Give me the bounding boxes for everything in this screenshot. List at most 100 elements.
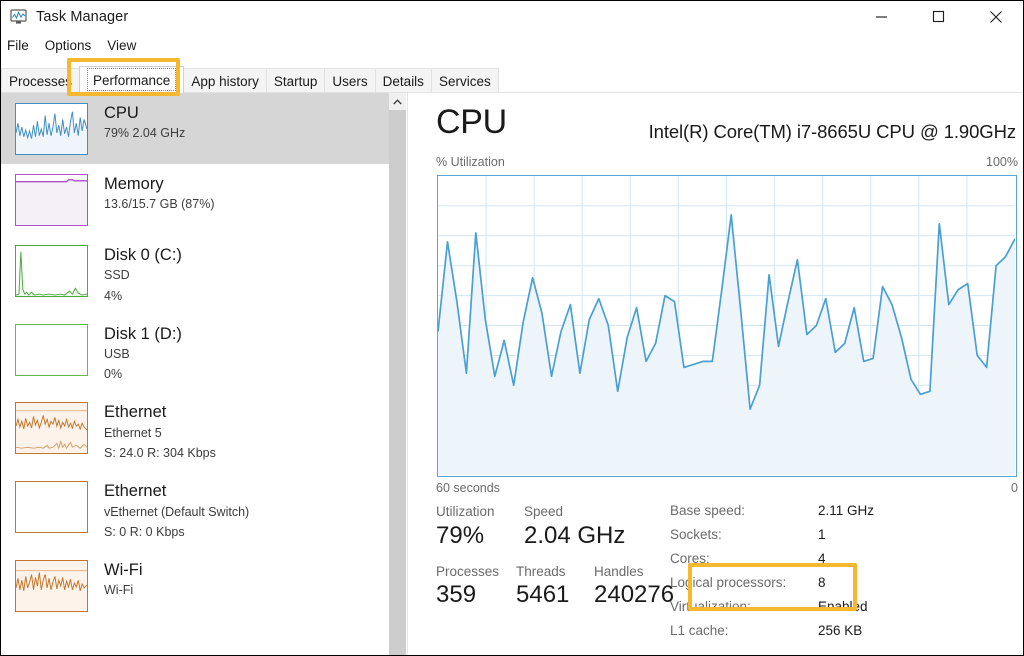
l1-cache-value: 256 KB [818,623,863,638]
close-button[interactable] [967,1,1023,32]
logical-processors-value: 8 [818,575,826,590]
chart-top-labels: % Utilization 100% [436,155,1018,171]
utilization-value: 79% [436,521,485,549]
sidebar-item-memory[interactable]: Memory 13.6/15.7 GB (87%) [1,164,389,235]
cpu-stats: Utilization 79% Speed 2.04 GHz Processes… [436,503,681,610]
tab-details[interactable]: Details [374,68,432,93]
spec-sockets: Sockets: 1 [670,527,1010,551]
cpu-model-name: Intel(R) Core(TM) i7-8665U CPU @ 1.90GHz [648,121,1017,142]
tab-processes[interactable]: Processes [1,68,81,93]
disk0-info: Disk 0 (C:) SSD 4% [104,245,182,305]
vethernet-thumbnail [15,481,88,534]
window-controls [853,1,1023,32]
base-speed-value: 2.11 GHz [818,503,875,518]
disk1-thumbnail [15,323,88,376]
ethernet5-info: Ethernet Ethernet 5 S: 24.0 R: 304 Kbps [104,402,216,462]
stats-row-2: Processes 359 Threads 5461 Handles 24027… [436,563,681,611]
menu-item-view[interactable]: View [99,36,144,55]
spec-cores: Cores: 4 [670,551,1010,575]
disk1-name: Disk 1 (D:) [104,324,182,343]
speed-value: 2.04 GHz [524,521,626,549]
cores-value: 4 [818,551,826,566]
tab-list: Processes Performance App history Startu… [1,65,499,93]
sidebar-item-disk1[interactable]: Disk 1 (D:) USB 0% [1,313,389,393]
base-speed-label: Base speed: [670,503,746,518]
memory-line1: 13.6/15.7 GB (87%) [104,197,215,212]
sockets-value: 1 [818,527,826,542]
maximize-button[interactable] [910,1,967,32]
chart-bottom-labels: 60 seconds 0 [436,481,1018,497]
cpu-detail-panel: CPU Intel(R) Core(TM) i7-8665U CPU @ 1.9… [408,93,1023,655]
chart-x-axis-label: 60 seconds [436,481,500,495]
wifi-name: Wi-Fi [104,560,143,579]
ethernet5-thumbnail [15,402,88,455]
tab-app-history[interactable]: App history [183,68,267,93]
spec-base-speed: Base speed: 2.11 GHz [670,503,1010,527]
chevron-up-icon[interactable] [389,93,406,110]
disk1-info: Disk 1 (D:) USB 0% [104,324,182,384]
virtualization-label: Virtualization: [670,599,751,614]
disk0-line1: SSD [104,268,130,283]
menu-item-file[interactable]: File [1,36,37,55]
speed-label: Speed [524,504,564,519]
ethernet5-name: Ethernet [104,403,167,422]
chart-x-end-label: 0 [1011,481,1018,495]
sidebar-item-wifi[interactable]: Wi-Fi Wi-Fi [1,549,389,621]
sidebar-item-disk0[interactable]: Disk 0 (C:) SSD 4% [1,235,389,314]
tab-performance[interactable]: Performance [79,66,185,93]
resource-list: CPU 79% 2.04 GHz Memory 13.6/15.7 GB (87… [1,93,389,655]
cpu-utilization-chart [437,175,1017,477]
sockets-label: Sockets: [670,527,722,542]
vethernet-name: Ethernet [104,482,167,501]
menu-item-options[interactable]: Options [37,36,100,55]
handles-label: Handles [594,563,644,579]
cpu-name: CPU [104,104,139,122]
logical-processors-label: Logical processors: [670,575,787,590]
window-title: Task Manager [36,8,129,25]
wifi-line1: Wi-Fi [104,583,134,598]
chart-y-max-label: 100% [986,155,1018,169]
main-content: CPU 79% 2.04 GHz Memory 13.6/15.7 GB (87… [1,93,1023,655]
l1-cache-label: L1 cache: [670,623,729,638]
cpu-info: CPU 79% 2.04 GHz [104,103,185,143]
tab-services[interactable]: Services [430,68,499,93]
tab-strip: Processes Performance App history Startu… [1,61,1023,93]
disk1-line1: USB [104,347,130,362]
handles-value: 240276 [594,581,675,609]
sidebar-item-ethernet5[interactable]: Ethernet Ethernet 5 S: 24.0 R: 304 Kbps [1,392,389,472]
stats-row-1: Utilization 79% Speed 2.04 GHz [436,503,681,551]
processes-label: Processes [436,563,500,579]
panel-header: CPU Intel(R) Core(TM) i7-8665U CPU @ 1.9… [408,103,1023,151]
menu-bar: File Options View [1,34,1023,57]
memory-info: Memory 13.6/15.7 GB (87%) [104,174,214,214]
task-manager-icon [10,8,28,25]
sidebar-scrollbar[interactable] [389,93,406,655]
page-title: CPU [436,103,507,141]
disk1-line2: 0% [104,367,123,382]
tab-performance-label: Performance [87,68,177,91]
sidebar-item-cpu[interactable]: CPU 79% 2.04 GHz [1,93,389,164]
minimize-button[interactable] [853,1,910,32]
cpu-line1: 79% 2.04 GHz [104,126,186,141]
spec-virtualization: Virtualization: Enabled [670,599,1010,623]
spec-l1-cache: L1 cache: 256 KB [670,623,1010,647]
virtualization-value: Enabled [818,599,868,614]
disk0-name: Disk 0 (C:) [104,246,182,264]
ethernet5-line2: S: 24.0 R: 304 Kbps [104,446,216,461]
vethernet-line2: S: 0 R: 0 Kbps [104,524,185,539]
ethernet5-line1: Ethernet 5 [104,425,162,440]
vethernet-line1: vEthernet (Default Switch) [104,504,250,519]
processes-value: 359 [436,581,477,609]
wifi-thumbnail [15,559,88,612]
utilization-label: Utilization [436,504,495,519]
tab-users[interactable]: Users [324,68,376,93]
threads-label: Threads [516,563,566,579]
spec-logical-processors: Logical processors: 8 [670,575,1010,599]
chart-y-axis-label: % Utilization [436,155,505,169]
vethernet-info: Ethernet vEthernet (Default Switch) S: 0… [104,481,249,541]
task-manager-window: Task Manager File Options View Processes… [0,0,1024,656]
tab-startup[interactable]: Startup [265,68,326,93]
disk0-thumbnail [15,245,88,297]
scrollbar-thumb[interactable] [389,110,406,655]
sidebar-item-vethernet[interactable]: Ethernet vEthernet (Default Switch) S: 0… [1,471,389,550]
